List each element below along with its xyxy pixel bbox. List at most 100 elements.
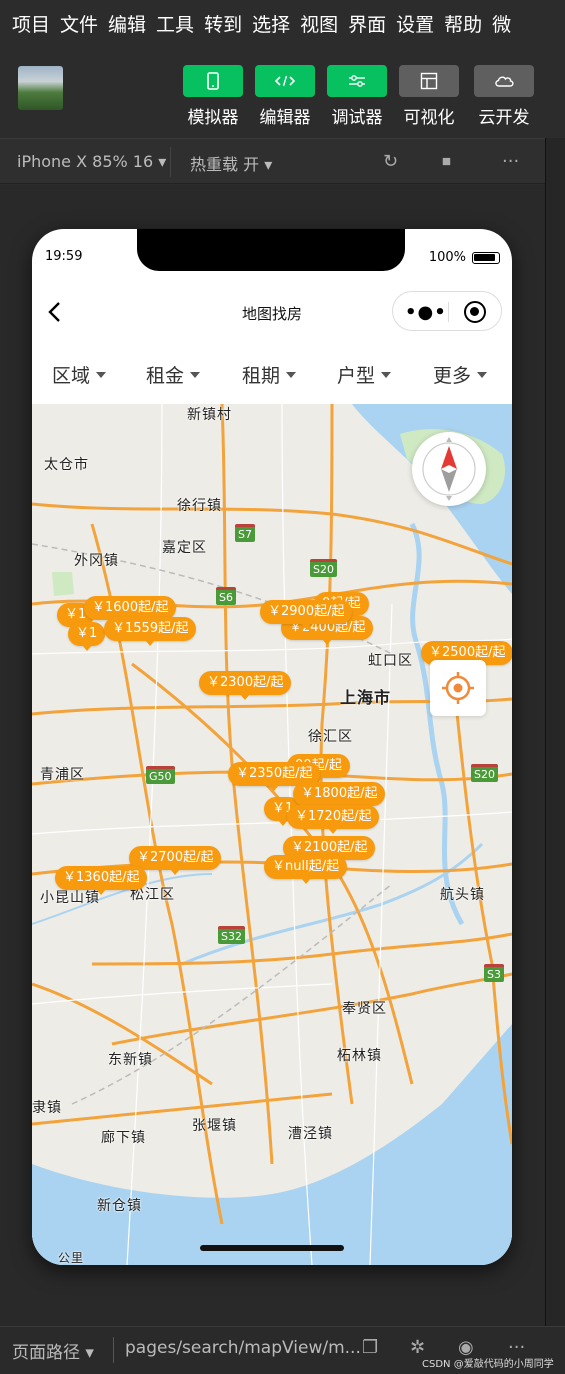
menu-wechat[interactable]: 微 (492, 10, 511, 37)
filter-rent-label: 租金 (146, 365, 185, 387)
price-marker[interactable]: ￥2300起/起 (199, 671, 292, 700)
price-marker[interactable]: ￥1 (68, 622, 106, 651)
cloud-tool[interactable]: 云开发 (474, 65, 534, 128)
price-marker[interactable]: ￥1800起/起 (293, 782, 386, 811)
menu-view[interactable]: 视图 (300, 10, 338, 37)
menu-interface[interactable]: 界面 (348, 10, 386, 37)
price-marker[interactable]: ￥2900起/起 (260, 600, 353, 629)
place-label: 太仓市 (44, 457, 89, 473)
avatar[interactable] (18, 66, 63, 110)
filter-term-label: 租期 (242, 365, 281, 387)
copy-icon[interactable]: ❐ (362, 1337, 378, 1358)
phone-icon[interactable] (183, 65, 243, 97)
highway-shield: S6 (216, 587, 236, 605)
refresh-icon[interactable]: ↻ (383, 151, 398, 172)
stop-icon[interactable]: ⏹ (442, 151, 451, 172)
page-path-value[interactable]: pages/search/mapView/m... (125, 1338, 361, 1358)
caret-down-icon (96, 372, 107, 378)
hot-reload-label: 热重载 开 (190, 155, 260, 174)
editor-tool[interactable]: 编辑器 (255, 65, 315, 128)
price-marker[interactable]: ￥1720起/起 (287, 805, 380, 834)
chevron-down-icon: ▾ (85, 1343, 94, 1363)
capsule-menu: •●• (392, 291, 502, 331)
place-label: 徐汇区 (308, 729, 353, 745)
menu-project[interactable]: 项目 (12, 10, 50, 37)
place-label: 虹口区 (368, 653, 413, 669)
toolbar: 模拟器 编辑器 调试器 可视化 云开发 (0, 46, 565, 138)
visualize-tool[interactable]: 可视化 (399, 65, 459, 128)
place-label: 航头镇 (440, 887, 485, 903)
menu-tools[interactable]: 工具 (156, 10, 194, 37)
battery-percent: 100% (428, 250, 466, 265)
filter-more-label: 更多 (433, 365, 472, 387)
price-marker[interactable]: ￥1559起/起 (104, 617, 197, 646)
highway-shield: S7 (235, 524, 255, 542)
close-target-icon[interactable] (464, 301, 486, 323)
menu-goto[interactable]: 转到 (204, 10, 242, 37)
menu-settings[interactable]: 设置 (396, 10, 434, 37)
place-label: 隶镇 (32, 1100, 62, 1116)
place-label: 廊下镇 (101, 1130, 146, 1146)
menu-select[interactable]: 选择 (252, 10, 290, 37)
side-panel (545, 138, 565, 1326)
hot-reload-toggle[interactable]: 热重载 开 ▾ (190, 151, 272, 175)
caret-down-icon (381, 372, 392, 378)
home-indicator (200, 1245, 344, 1251)
watermark: CSDN @爱敲代码的小周同学 (422, 1359, 554, 1370)
phone-frame: 19:59 100% 地图找房 •●• 区域 租金 租期 户型 更多 新镇村 太… (32, 229, 512, 1265)
code-icon[interactable] (255, 65, 315, 97)
place-label: 新仓镇 (97, 1198, 142, 1214)
status-battery: 100% (429, 250, 500, 265)
highway-shield: S20 (310, 559, 337, 577)
menu-file[interactable]: 文件 (60, 10, 98, 37)
filter-layout-label: 户型 (337, 365, 376, 387)
chevron-down-icon: ▾ (264, 155, 273, 174)
caret-down-icon (477, 372, 488, 378)
more-dots-icon[interactable]: •●• (405, 302, 447, 323)
place-label: 小昆山镇 (40, 890, 100, 906)
more-icon[interactable]: ··· (502, 151, 519, 172)
map-view[interactable]: 新镇村 太仓市 徐行镇 外冈镇 嘉定区 虹口区 上海市 徐汇区 青浦区 小昆山镇… (32, 404, 512, 1265)
device-select[interactable]: iPhone X 85% 16 ▾ (17, 152, 166, 171)
locate-button[interactable] (430, 660, 486, 716)
page-path-label[interactable]: 页面路径 ▾ (12, 1338, 94, 1363)
filter-layout[interactable]: 户型 (337, 361, 392, 388)
compass-icon[interactable] (412, 432, 486, 506)
sliders-icon[interactable] (327, 65, 387, 97)
debugger-tool[interactable]: 调试器 (327, 65, 387, 128)
editor-label: 编辑器 (259, 108, 311, 128)
menu-help[interactable]: 帮助 (444, 10, 482, 37)
filter-more[interactable]: 更多 (433, 361, 488, 388)
simulator-header: iPhone X 85% 16 ▾ 热重载 开 ▾ ↻ ⏹ ··· (0, 138, 545, 184)
scale-label: 公里 (58, 1251, 85, 1265)
cloud-icon[interactable] (474, 65, 534, 97)
price-marker[interactable]: ￥2700起/起 (129, 846, 222, 875)
status-time: 19:59 (45, 249, 83, 264)
debugger-label: 调试器 (331, 108, 383, 128)
nav-bar: 地图找房 •●• (32, 287, 512, 337)
price-marker[interactable]: ￥1360起/起 (55, 866, 148, 895)
chevron-down-icon: ▾ (158, 152, 167, 171)
menu-edit[interactable]: 编辑 (108, 10, 146, 37)
highway-shield: S3 (484, 964, 504, 982)
simulator-label: 模拟器 (187, 108, 239, 128)
filter-bar: 区域 租金 租期 户型 更多 (32, 347, 512, 403)
cloud-label: 云开发 (478, 108, 530, 128)
visualize-label: 可视化 (403, 108, 455, 128)
highway-shield: G50 (146, 766, 175, 784)
divider (113, 1337, 114, 1363)
caret-down-icon (190, 372, 201, 378)
device-label: iPhone X 85% 16 (17, 152, 154, 171)
menu-bar: 项目 文件 编辑 工具 转到 选择 视图 界面 设置 帮助 微 (0, 0, 565, 46)
highway-shield: S20 (471, 764, 498, 782)
layout-icon[interactable] (399, 65, 459, 97)
caret-down-icon (286, 372, 297, 378)
filter-term[interactable]: 租期 (242, 361, 297, 388)
price-marker[interactable]: ￥null起/起 (264, 855, 348, 884)
place-label: 青浦区 (40, 767, 85, 783)
filter-rent[interactable]: 租金 (146, 361, 201, 388)
place-label-city: 上海市 (340, 688, 392, 707)
place-label: 嘉定区 (162, 540, 207, 556)
simulator-tool[interactable]: 模拟器 (183, 65, 243, 128)
filter-area[interactable]: 区域 (52, 361, 107, 388)
